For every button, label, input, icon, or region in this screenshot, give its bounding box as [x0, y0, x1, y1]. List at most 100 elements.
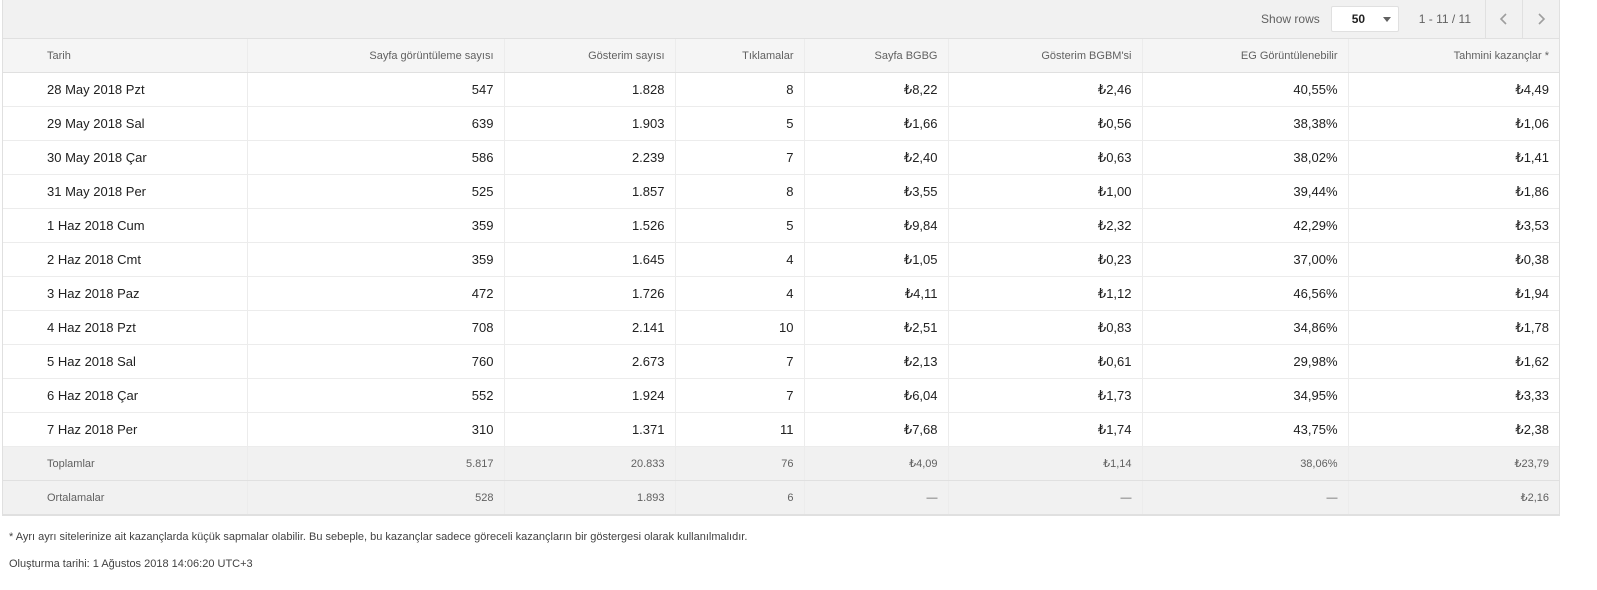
table-cell: 586 — [247, 140, 505, 175]
totals-row: Toplamlar 5.817 20.833 76 ₺4,09 ₺1,14 38… — [3, 446, 1559, 481]
totals-cell: ₺4,09 — [804, 446, 949, 481]
table-cell: 2.141 — [504, 310, 676, 345]
table-cell: ₺3,55 — [804, 174, 949, 209]
dropdown-caret-icon — [1382, 16, 1391, 22]
table-cell: ₺0,38 — [1348, 242, 1559, 277]
table-cell: ₺1,00 — [948, 174, 1143, 209]
averages-label: Ortalamalar — [3, 480, 248, 515]
rows-per-page-value: 50 — [1351, 12, 1366, 26]
table-cell: ₺1,05 — [804, 242, 949, 277]
row-date-cell: 1 Haz 2018 Cum — [3, 208, 248, 243]
row-date-cell: 28 May 2018 Pzt — [3, 72, 248, 107]
rows-per-page-select[interactable]: 50 — [1330, 6, 1399, 32]
previous-page-button[interactable] — [1485, 0, 1522, 38]
row-date-cell: 7 Haz 2018 Per — [3, 412, 248, 447]
table-cell: 1.726 — [504, 276, 676, 311]
column-header-date[interactable]: Tarih — [3, 39, 248, 73]
table-cell: 34,86% — [1142, 310, 1349, 345]
table-cell: ₺0,61 — [948, 344, 1143, 379]
table-cell: 43,75% — [1142, 412, 1349, 447]
table-cell: 7 — [675, 140, 805, 175]
table-row: 30 May 2018 Çar 586 2.239 7 ₺2,40 ₺0,63 38,02%… — [3, 140, 1559, 175]
table-cell: 552 — [247, 378, 505, 413]
show-rows-label: Show rows — [1261, 12, 1320, 26]
averages-cell: 528 — [247, 480, 505, 515]
table-row: 1 Haz 2018 Cum 359 1.526 5 ₺9,84 ₺2,32 42,29% ₺… — [3, 208, 1559, 243]
table-cell: 359 — [247, 242, 505, 277]
table-cell: ₺0,83 — [948, 310, 1143, 345]
table-row: 31 May 2018 Per 525 1.857 8 ₺3,55 ₺1,00 39,44%… — [3, 174, 1559, 209]
averages-row: Ortalamalar 528 1.893 6 — — — ₺2,16 — [3, 480, 1559, 515]
row-date-cell: 31 May 2018 Per — [3, 174, 248, 209]
table-cell: 42,29% — [1142, 208, 1349, 243]
table-cell: ₺8,22 — [804, 72, 949, 107]
averages-cell: — — [1142, 480, 1349, 515]
table-cell: ₺2,40 — [804, 140, 949, 175]
table-cell: 525 — [247, 174, 505, 209]
column-header-clicks[interactable]: Tıklamalar — [675, 39, 805, 73]
table-cell: 1.645 — [504, 242, 676, 277]
table-cell: ₺1,74 — [948, 412, 1143, 447]
table-row: 28 May 2018 Pzt 547 1.828 8 ₺8,22 ₺2,46 40,55%… — [3, 72, 1559, 107]
table-cell: 1.924 — [504, 378, 676, 413]
row-date-cell: 6 Haz 2018 Çar — [3, 378, 248, 413]
table-row: 6 Haz 2018 Çar 552 1.924 7 ₺6,04 ₺1,73 34,95% ₺… — [3, 378, 1559, 413]
totals-cell: 20.833 — [504, 446, 676, 481]
column-header-impression-rpm[interactable]: Gösterim BGBM'si — [948, 39, 1143, 73]
column-header-active-view-viewable[interactable]: EG Görüntülenebilir — [1142, 39, 1349, 73]
row-date-cell: 30 May 2018 Çar — [3, 140, 248, 175]
table-cell: 2.673 — [504, 344, 676, 379]
earnings-footnote: * Ayrı ayrı sitelerinize ait kazançlarda… — [9, 531, 748, 543]
table-cell: ₺2,32 — [948, 208, 1143, 243]
table-cell: 708 — [247, 310, 505, 345]
totals-cell: ₺23,79 — [1348, 446, 1559, 481]
table-cell: 5 — [675, 106, 805, 141]
table-cell: 547 — [247, 72, 505, 107]
table-cell: 34,95% — [1142, 378, 1349, 413]
totals-label: Toplamlar — [3, 446, 248, 481]
column-header-impressions[interactable]: Gösterim sayısı — [504, 39, 676, 73]
table-cell: ₺1,12 — [948, 276, 1143, 311]
chevron-right-icon — [1538, 13, 1546, 25]
table-cell: 8 — [675, 72, 805, 107]
row-date-cell: 2 Haz 2018 Cmt — [3, 242, 248, 277]
averages-cell: ₺2,16 — [1348, 480, 1559, 515]
table-cell: 4 — [675, 242, 805, 277]
table-cell: ₺1,66 — [804, 106, 949, 141]
table-cell: ₺2,46 — [948, 72, 1143, 107]
table-cell: ₺1,94 — [1348, 276, 1559, 311]
table-cell: ₺2,51 — [804, 310, 949, 345]
table-cell: ₺3,53 — [1348, 208, 1559, 243]
totals-cell: 38,06% — [1142, 446, 1349, 481]
table-cell: 40,55% — [1142, 72, 1349, 107]
totals-cell: 76 — [675, 446, 805, 481]
table-row: 2 Haz 2018 Cmt 359 1.645 4 ₺1,05 ₺0,23 37,00% ₺… — [3, 242, 1559, 277]
totals-cell: 5.817 — [247, 446, 505, 481]
chevron-left-icon — [1499, 13, 1507, 25]
table-cell: 2.239 — [504, 140, 676, 175]
table-cell: 1.857 — [504, 174, 676, 209]
earnings-table: Tarih Sayfa görüntüleme sayısı Gösterim … — [3, 39, 1559, 515]
column-header-page-rpm[interactable]: Sayfa BGBG — [804, 39, 949, 73]
table-cell: 5 — [675, 208, 805, 243]
report-table-container: Show rows 50 1 - 11 / 11 Tarih Sayfa gör… — [2, 0, 1560, 516]
table-row: 5 Haz 2018 Sal 760 2.673 7 ₺2,13 ₺0,61 29,98% ₺… — [3, 344, 1559, 379]
column-header-estimated-earnings[interactable]: Tahmini kazançlar * — [1348, 39, 1559, 73]
table-cell: 359 — [247, 208, 505, 243]
table-cell: 1.903 — [504, 106, 676, 141]
table-cell: ₺1,86 — [1348, 174, 1559, 209]
table-cell: ₺2,38 — [1348, 412, 1559, 447]
table-cell: ₺0,56 — [948, 106, 1143, 141]
averages-cell: 1.893 — [504, 480, 676, 515]
row-date-cell: 5 Haz 2018 Sal — [3, 344, 248, 379]
table-cell: ₺4,49 — [1348, 72, 1559, 107]
table-cell: 1.371 — [504, 412, 676, 447]
table-cell: ₺3,33 — [1348, 378, 1559, 413]
table-cell: 7 — [675, 344, 805, 379]
table-cell: 4 — [675, 276, 805, 311]
header-row: Tarih Sayfa görüntüleme sayısı Gösterim … — [3, 39, 1559, 73]
column-header-pageviews[interactable]: Sayfa görüntüleme sayısı — [247, 39, 505, 73]
table-cell: 38,38% — [1142, 106, 1349, 141]
next-page-button[interactable] — [1522, 0, 1559, 38]
table-cell: ₺6,04 — [804, 378, 949, 413]
